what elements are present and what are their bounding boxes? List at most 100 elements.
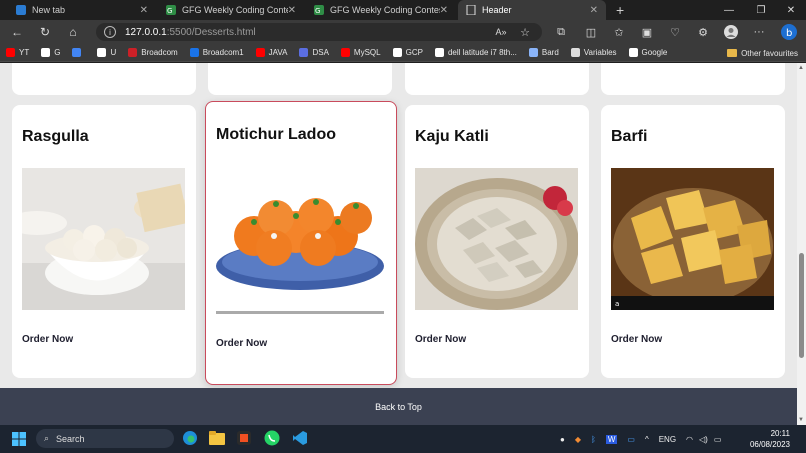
- dessert-card-kaju-katli[interactable]: Kaju Katli Order Now: [405, 105, 589, 378]
- whatsapp-icon[interactable]: [234, 429, 254, 447]
- taskbar-clock[interactable]: 20:11 06/08/2023: [750, 428, 790, 450]
- bookmark-item[interactable]: [72, 48, 85, 57]
- show-hidden-icons[interactable]: ^: [645, 435, 649, 444]
- order-now-button[interactable]: Order Now: [22, 334, 73, 345]
- previous-row-card: [601, 63, 785, 95]
- more-menu-icon[interactable]: ···: [748, 20, 770, 44]
- new-tab-button[interactable]: +: [608, 0, 632, 20]
- bookmark-item[interactable]: U: [97, 48, 116, 57]
- favorites-icon[interactable]: ✩: [608, 20, 630, 44]
- home-icon[interactable]: ⌂: [60, 20, 86, 44]
- dessert-card-motichur-ladoo[interactable]: Motichur Ladoo Order Now: [205, 101, 397, 385]
- bookmark-item[interactable]: Bard: [528, 48, 559, 57]
- screen-icon[interactable]: ▭: [627, 435, 635, 444]
- close-tab-icon[interactable]: ✕: [590, 5, 598, 16]
- close-tab-icon[interactable]: ✕: [440, 5, 448, 16]
- bookmark-item[interactable]: Variables: [570, 48, 617, 57]
- site-info-icon[interactable]: i: [104, 26, 116, 38]
- bookmark-label: G: [54, 48, 61, 57]
- bookmark-item[interactable]: GCP: [392, 48, 423, 57]
- vscode-icon[interactable]: [290, 429, 310, 447]
- motichur-ladoo-image: [216, 166, 384, 312]
- taskbar-search[interactable]: ⌕ Search: [36, 429, 174, 448]
- edge-taskbar-icon[interactable]: [180, 429, 200, 447]
- tab-header[interactable]: Header ✕: [458, 0, 606, 20]
- svg-text:G: G: [315, 7, 320, 15]
- scrollbar-thumb[interactable]: [799, 253, 804, 358]
- page-scrollbar[interactable]: ▲ ▼: [797, 63, 806, 425]
- bookmark-item[interactable]: G: [41, 48, 60, 57]
- word-icon[interactable]: W: [605, 434, 618, 444]
- tab-gfg-contest[interactable]: G GFG Weekly Coding Contest ✕: [158, 0, 304, 20]
- url-field[interactable]: i 127.0.0.1:5500/Desserts.html: [96, 23, 542, 41]
- scroll-down-icon[interactable]: ▼: [798, 417, 804, 423]
- bookmark-favicon-icon: [6, 48, 15, 57]
- previous-row-card: [208, 63, 392, 95]
- tab-gfg-contest-11[interactable]: G GFG Weekly Coding Contest - 11 ✕: [306, 0, 456, 20]
- dessert-card-barfi[interactable]: Barfi a Order Now: [601, 105, 785, 378]
- folder-icon: [727, 49, 738, 57]
- back-to-top-link[interactable]: Back to Top: [375, 402, 422, 412]
- app-tray-icon[interactable]: ◆: [575, 435, 581, 444]
- bookmark-item[interactable]: Broadcom1: [189, 48, 244, 57]
- bookmark-favicon-icon: [528, 48, 538, 57]
- bookmark-label: dell latitude i7 8th...: [447, 48, 517, 57]
- bookmark-label: Broadcom: [141, 48, 178, 57]
- card-divider: [216, 311, 384, 314]
- office-icon[interactable]: [262, 429, 282, 447]
- minimize-button[interactable]: —: [714, 0, 744, 20]
- close-tab-icon[interactable]: ✕: [288, 5, 296, 16]
- refresh-icon[interactable]: ↻: [32, 20, 58, 44]
- split-screen-icon[interactable]: ◫: [580, 20, 602, 44]
- extensions-icon[interactable]: ⧉: [550, 20, 572, 44]
- bookmark-favicon-icon: [97, 48, 107, 57]
- bing-copilot-icon[interactable]: b: [778, 20, 800, 44]
- profile-avatar[interactable]: [720, 20, 742, 44]
- dessert-card-rasgulla[interactable]: Rasgulla Order Now: [12, 105, 196, 378]
- performance-icon[interactable]: ⚙: [692, 20, 714, 44]
- bookmark-item[interactable]: YT: [6, 48, 29, 57]
- battery-icon[interactable]: ▭: [714, 435, 722, 444]
- chat-icon[interactable]: ●: [560, 435, 565, 444]
- language-indicator[interactable]: ENG: [659, 435, 676, 444]
- file-explorer-icon[interactable]: [207, 429, 227, 447]
- gfg-icon: G: [166, 5, 176, 15]
- order-now-button[interactable]: Order Now: [611, 334, 662, 345]
- bookmark-label: DSA: [312, 48, 329, 57]
- card-title: Motichur Ladoo: [216, 126, 336, 143]
- other-favourites-folder[interactable]: Other favourites: [727, 44, 798, 62]
- back-icon[interactable]: ←: [4, 20, 30, 44]
- volume-icon[interactable]: ◁): [699, 435, 708, 444]
- tab-new-tab[interactable]: New tab ✕: [8, 0, 156, 20]
- search-icon: ⌕: [44, 433, 50, 443]
- bookmark-favicon-icon: [255, 48, 265, 57]
- system-tray: ● ◆ ᛒ W ▭ ^ ENG ◠ ◁) ▭: [560, 425, 721, 453]
- svg-text:a: a: [615, 300, 619, 308]
- windows-start-icon[interactable]: [12, 432, 26, 446]
- bookmark-item[interactable]: dell latitude i7 8th...: [434, 48, 517, 57]
- card-title: Barfi: [611, 128, 648, 145]
- bookmark-item[interactable]: Broadcom: [128, 48, 178, 57]
- close-window-button[interactable]: ✕: [776, 0, 806, 20]
- maximize-button[interactable]: ❐: [746, 0, 776, 20]
- wifi-icon[interactable]: ◠: [686, 435, 693, 444]
- favorite-star-icon[interactable]: ☆: [514, 20, 536, 44]
- read-aloud-icon[interactable]: A»: [490, 20, 512, 44]
- bookmark-label: JAVA: [268, 48, 288, 57]
- order-now-button[interactable]: Order Now: [216, 338, 267, 349]
- bookmark-item[interactable]: JAVA: [255, 48, 288, 57]
- bookmark-item[interactable]: MySQL: [340, 48, 381, 57]
- bookmark-item[interactable]: Google: [628, 48, 667, 57]
- favorites-bar: YT G U Broadcom Broadcom1 JAVA DSA MySQL GCP dell…: [0, 44, 806, 62]
- tab-label: GFG Weekly Coding Contest - 11: [330, 5, 440, 15]
- close-tab-icon[interactable]: ✕: [140, 5, 148, 16]
- order-now-button[interactable]: Order Now: [415, 334, 466, 345]
- bluetooth-icon[interactable]: ᛒ: [591, 435, 596, 444]
- scroll-up-icon[interactable]: ▲: [798, 65, 804, 71]
- collections-icon[interactable]: ▣: [636, 20, 658, 44]
- tab-strip: New tab ✕ G GFG Weekly Coding Contest ✕ …: [0, 0, 806, 20]
- search-placeholder: Search: [56, 433, 85, 444]
- bookmark-label: Bard: [541, 48, 559, 57]
- browser-essentials-icon[interactable]: ♡: [664, 20, 686, 44]
- bookmark-item[interactable]: DSA: [299, 48, 329, 57]
